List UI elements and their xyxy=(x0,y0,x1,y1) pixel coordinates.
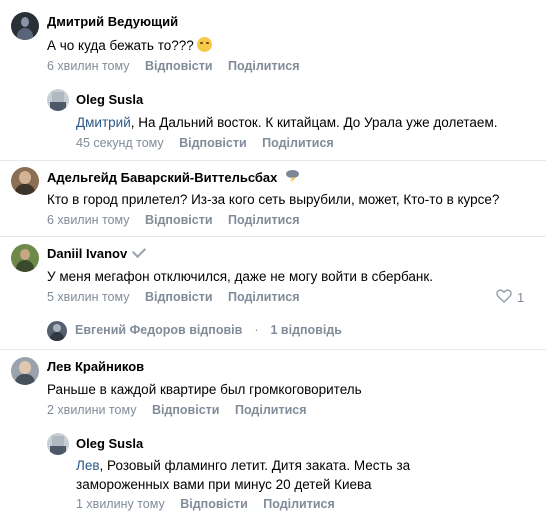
avatar[interactable] xyxy=(11,12,39,40)
timestamp[interactable]: 2 хвилини тому xyxy=(47,403,136,417)
comment-text: Лев, Розовый фламинго летит. Дитя заката… xyxy=(76,458,411,492)
comment-text: Дмитрий, На Дальний восток. К китайцам. … xyxy=(76,115,498,130)
comment-text: А чо куда бежать то??? xyxy=(47,36,212,55)
comment-meta: 6 хвилин тому Відповісти Поділитися xyxy=(47,59,312,73)
share-button[interactable]: Поділитися xyxy=(228,59,300,73)
avatar[interactable] xyxy=(47,89,69,111)
comment-author[interactable]: Дмитрий Ведующий xyxy=(47,14,178,29)
mention-link[interactable]: Дмитрий xyxy=(76,115,131,130)
face-with-rolling-eyes-icon xyxy=(196,37,212,52)
reply-button[interactable]: Відповісти xyxy=(152,403,220,417)
comment-author[interactable]: Daniil Ivanov xyxy=(47,243,147,261)
comment-meta: 5 хвилин тому Відповісти Поділитися xyxy=(47,290,312,304)
thread-separator: · xyxy=(254,323,259,337)
like-count: 1 xyxy=(517,290,525,305)
comment-text: Раньше в каждой квартире был громкоговор… xyxy=(47,382,362,397)
comment-author[interactable]: Oleg Susla xyxy=(76,92,143,107)
divider xyxy=(0,349,546,350)
share-button[interactable]: Поділитися xyxy=(228,290,300,304)
divider xyxy=(0,236,546,237)
reply-button[interactable]: Відповісти xyxy=(180,497,248,511)
mention-link[interactable]: Лев xyxy=(76,458,100,473)
avatar[interactable] xyxy=(11,167,39,195)
avatar[interactable] xyxy=(11,357,39,385)
comment-meta: 1 хвилину тому Відповісти Поділитися xyxy=(76,497,347,511)
comment-author[interactable]: Лев Крайников xyxy=(47,359,144,374)
avatar xyxy=(47,321,67,341)
like-button[interactable]: 1 xyxy=(496,289,524,306)
comment-text: У меня мегафон отключился, даже не могу … xyxy=(47,269,434,284)
timestamp[interactable]: 1 хвилину тому xyxy=(76,497,165,511)
thread-author: Евгений Федоров відповів xyxy=(75,323,243,337)
avatar[interactable] xyxy=(11,244,39,272)
comment-meta: 2 хвилини тому Відповісти Поділитися xyxy=(47,403,319,417)
heart-icon xyxy=(496,289,512,306)
verified-check-icon xyxy=(132,243,147,259)
timestamp[interactable]: 5 хвилин тому xyxy=(47,290,129,304)
divider xyxy=(0,160,546,161)
comment-meta: 45 секунд тому Відповісти Поділитися xyxy=(76,136,346,150)
comment-text: Кто в город прилетел? Из-за кого сеть вы… xyxy=(47,192,500,207)
comment-author[interactable]: Oleg Susla xyxy=(76,436,143,451)
share-button[interactable]: Поділитися xyxy=(263,497,335,511)
reply-button[interactable]: Відповісти xyxy=(179,136,247,150)
share-button[interactable]: Поділитися xyxy=(235,403,307,417)
timestamp[interactable]: 6 хвилин тому xyxy=(47,59,129,73)
replies-thread-link[interactable]: Евгений Федоров відповів · 1 відповідь xyxy=(75,323,342,337)
comment-meta: 6 хвилин тому Відповісти Поділитися xyxy=(47,213,312,227)
avatar[interactable] xyxy=(47,433,69,455)
cloud-lightning-emoji-icon xyxy=(285,169,300,186)
reply-button[interactable]: Відповісти xyxy=(145,290,213,304)
timestamp[interactable]: 45 секунд тому xyxy=(76,136,164,150)
comment-author[interactable]: Адельгейд Баварский-Виттельсбах xyxy=(47,169,300,186)
reply-button[interactable]: Відповісти xyxy=(145,213,213,227)
share-button[interactable]: Поділитися xyxy=(228,213,300,227)
reply-button[interactable]: Відповісти xyxy=(145,59,213,73)
share-button[interactable]: Поділитися xyxy=(262,136,334,150)
timestamp[interactable]: 6 хвилин тому xyxy=(47,213,129,227)
thread-count: 1 відповідь xyxy=(270,323,342,337)
